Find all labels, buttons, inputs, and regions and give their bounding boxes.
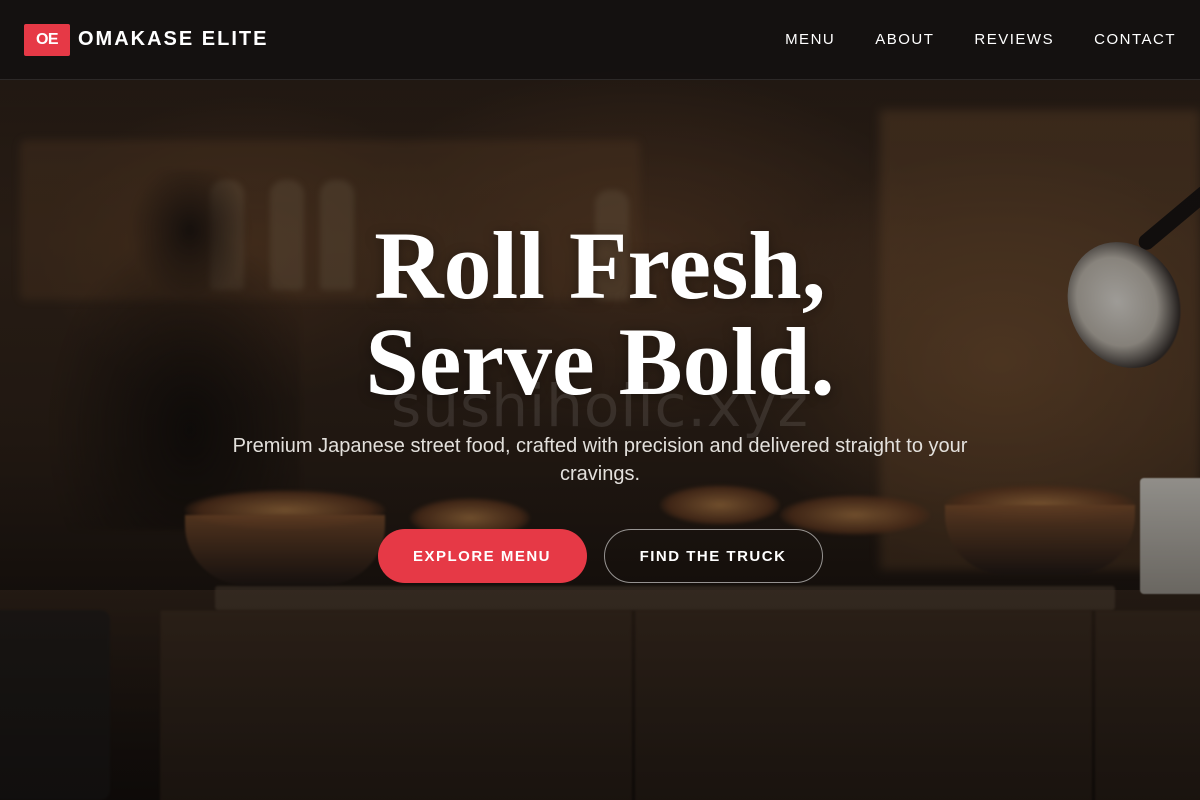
main-nav: MENU ABOUT REVIEWS CONTACT: [785, 31, 1176, 48]
hero-subtitle: Premium Japanese street food, crafted wi…: [232, 435, 968, 485]
nav-link-about[interactable]: ABOUT: [875, 31, 934, 48]
explore-menu-button[interactable]: EXPLORE MENU: [377, 529, 587, 583]
cta-group: EXPLORE MENU FIND THE TRUCK: [0, 529, 1200, 583]
find-the-truck-button[interactable]: FIND THE TRUCK: [603, 529, 823, 583]
hero-title: Roll Fresh, Serve Bold.: [0, 218, 1200, 410]
nav-link-contact[interactable]: CONTACT: [1094, 31, 1176, 48]
brand-logo-link[interactable]: OE OMAKASE ELITE: [24, 23, 269, 56]
nav-link-menu[interactable]: MENU: [785, 31, 835, 48]
nav-link-reviews[interactable]: REVIEWS: [974, 31, 1054, 48]
hero-section: Roll Fresh, Serve Bold. sushiholic.xyz P…: [0, 80, 1200, 800]
hero-title-line-2: Serve Bold.: [365, 308, 835, 415]
hero-title-line-1: Roll Fresh,: [374, 212, 826, 319]
brand-name: OMAKASE ELITE: [78, 28, 269, 50]
site-header: OE OMAKASE ELITE MENU ABOUT REVIEWS CONT…: [0, 0, 1200, 80]
logo-badge: OE: [24, 23, 70, 56]
